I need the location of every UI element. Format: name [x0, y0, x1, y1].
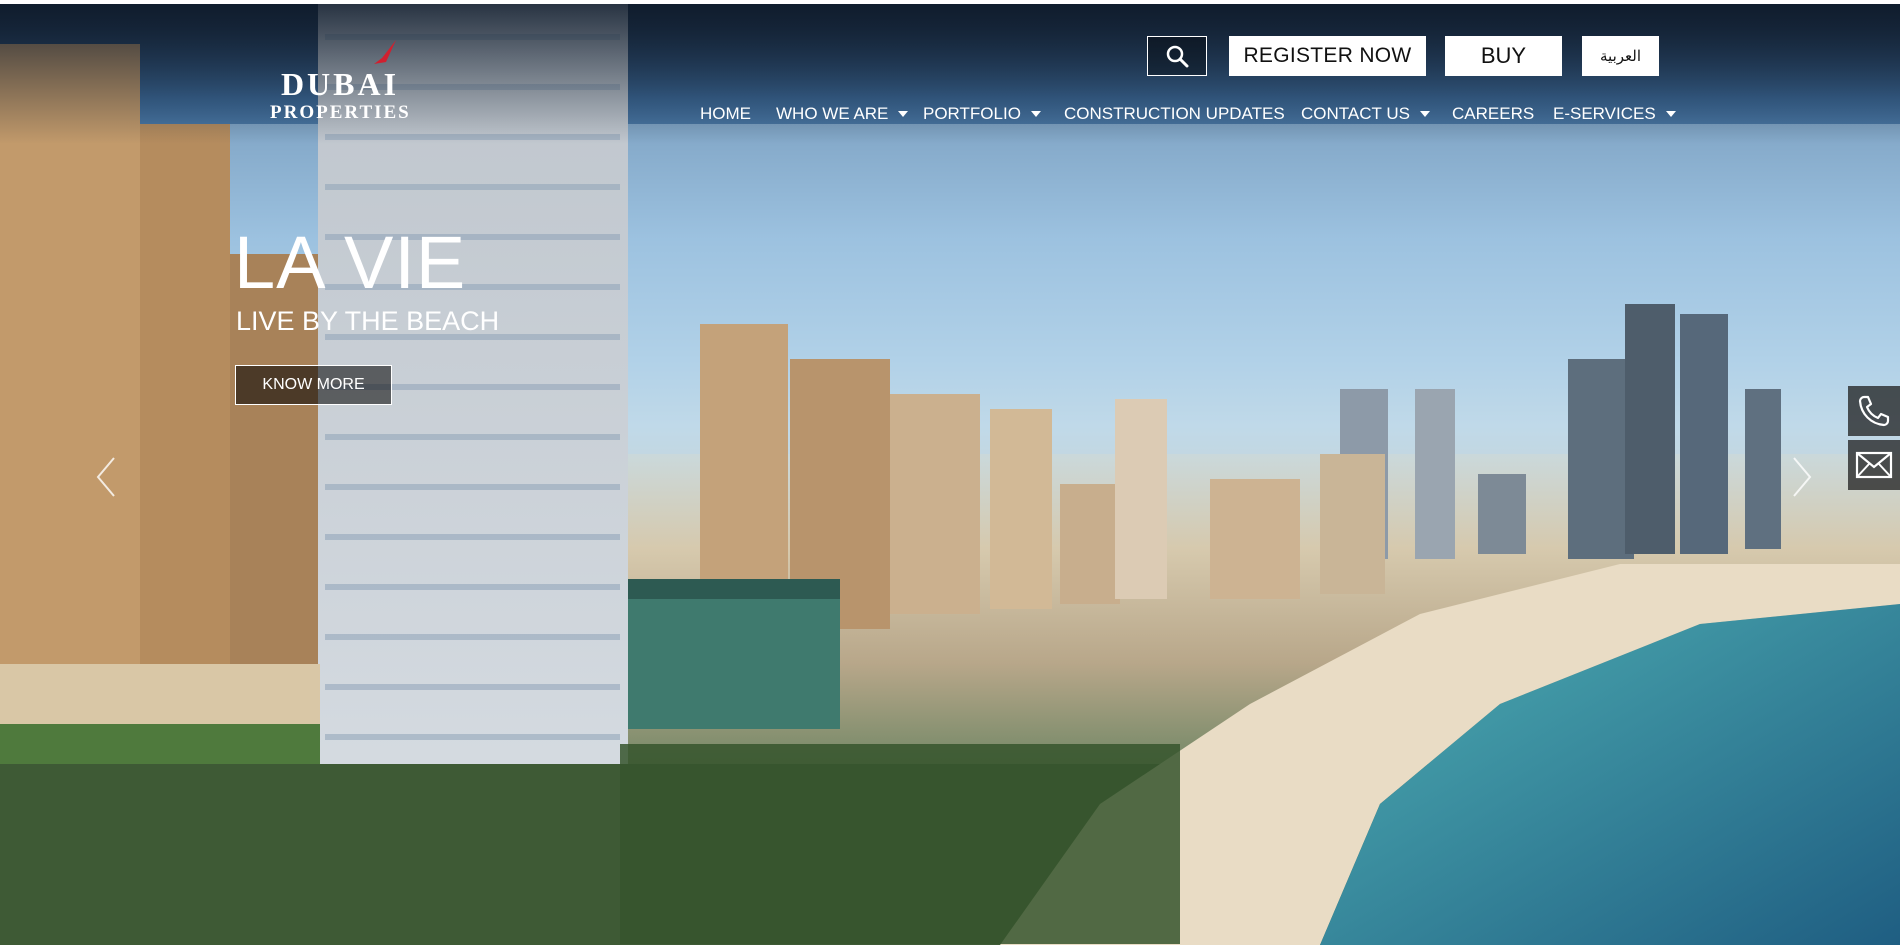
logo-sub-text: PROPERTIES — [270, 102, 411, 123]
chevron-down-icon — [1419, 111, 1430, 117]
language-arabic-button[interactable]: العربية — [1582, 36, 1659, 76]
nav-item-label: E-SERVICES — [1553, 104, 1656, 123]
mail-icon — [1855, 451, 1893, 479]
nav-item-contact-us[interactable]: CONTACT US — [1301, 104, 1430, 124]
chevron-down-icon — [898, 111, 909, 117]
chevron-down-icon — [1030, 111, 1041, 117]
side-phone-button[interactable] — [1848, 386, 1900, 436]
hero-subtitle: LIVE BY THE BEACH — [236, 306, 500, 336]
nav-item-careers[interactable]: CAREERS — [1452, 104, 1534, 124]
hero-banner: DUBAI PROPERTIES REGISTER NOW BUY العربي… — [0, 4, 1900, 945]
search-button[interactable] — [1147, 36, 1207, 76]
nav-item-construction-updates[interactable]: CONSTRUCTION UPDATES — [1064, 104, 1285, 124]
chevron-down-icon — [1665, 111, 1676, 117]
chevron-right-icon[interactable] — [1786, 454, 1816, 500]
search-icon — [1166, 45, 1189, 68]
nav-item-who-we-are[interactable]: WHO WE ARE — [776, 104, 909, 124]
hero-title: LA VIE — [234, 221, 467, 304]
know-more-button[interactable]: KNOW MORE — [235, 365, 392, 405]
nav-item-label: PORTFOLIO — [923, 104, 1021, 123]
nav-item-e-services[interactable]: E-SERVICES — [1553, 104, 1676, 124]
dubai-properties-logo[interactable]: DUBAI PROPERTIES — [270, 38, 410, 128]
phone-icon — [1858, 395, 1890, 427]
register-now-button[interactable]: REGISTER NOW — [1229, 36, 1426, 76]
chevron-left-icon[interactable] — [92, 454, 122, 500]
bottom-strip — [0, 945, 1900, 949]
nav-item-home[interactable]: HOME — [700, 104, 751, 124]
nav-item-portfolio[interactable]: PORTFOLIO — [923, 104, 1041, 124]
nav-item-label: WHO WE ARE — [776, 104, 889, 123]
side-mail-button[interactable] — [1848, 440, 1900, 490]
nav-item-label: CONSTRUCTION UPDATES — [1064, 104, 1285, 123]
buy-button[interactable]: BUY — [1445, 36, 1562, 76]
nav-item-label: CONTACT US — [1301, 104, 1410, 123]
nav-item-label: CAREERS — [1452, 104, 1535, 123]
nav-item-label: HOME — [700, 104, 751, 123]
logo-main-text: DUBAI — [280, 66, 400, 102]
hero-background-image — [0, 4, 1900, 945]
